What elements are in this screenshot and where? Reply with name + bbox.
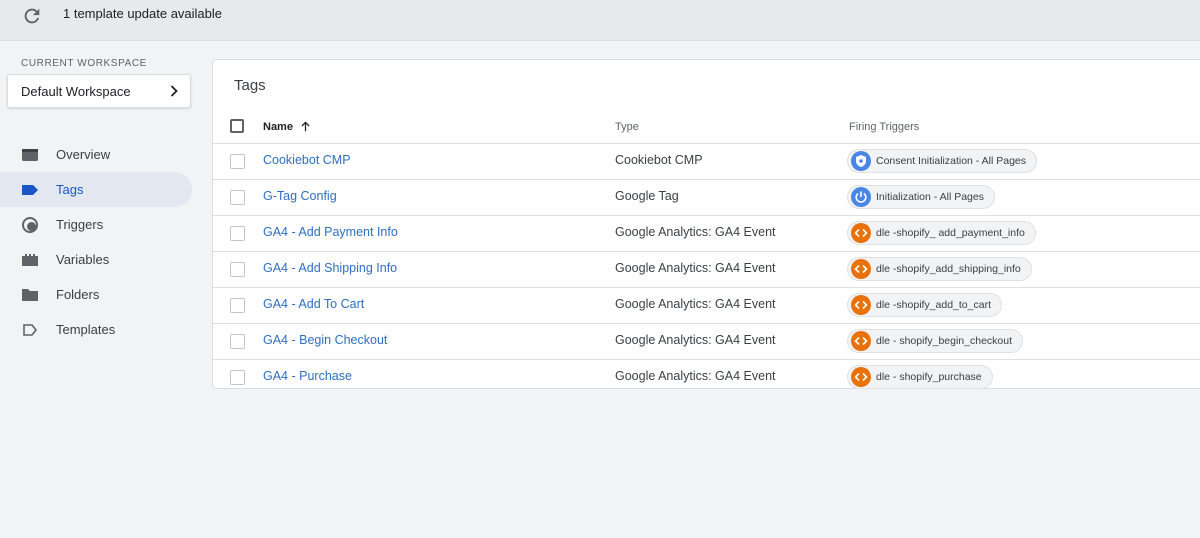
sidebar-item-tags[interactable]: Tags — [0, 172, 192, 207]
row-checkbox[interactable] — [230, 262, 245, 277]
workspace-label: CURRENT WORKSPACE — [21, 58, 147, 69]
tags-panel: Tags Name Type Firing Triggers Cookiebot… — [212, 59, 1200, 389]
table-row: GA4 - Add Payment Info Google Analytics:… — [213, 216, 1200, 252]
power-icon — [851, 187, 871, 207]
column-header-name[interactable]: Name — [263, 121, 311, 133]
sidebar-nav: Overview Tags Triggers Variables Folders… — [0, 137, 195, 347]
column-header-type[interactable]: Type — [615, 121, 639, 133]
trigger-chip[interactable]: Initialization - All Pages — [847, 185, 995, 209]
tag-type: Google Analytics: GA4 Event — [615, 333, 776, 347]
chevron-right-icon — [170, 85, 178, 97]
trigger-chip-label: dle - shopify_purchase — [876, 371, 982, 383]
sidebar-item-triggers[interactable]: Triggers — [0, 207, 195, 242]
sidebar-item-label: Overview — [56, 147, 111, 162]
table-row: GA4 - Add Shipping Info Google Analytics… — [213, 252, 1200, 288]
sort-ascending-icon — [301, 121, 310, 132]
tag-name-link[interactable]: GA4 - Purchase — [263, 369, 352, 383]
refresh-icon[interactable] — [21, 5, 43, 27]
column-header-label: Name — [263, 121, 293, 133]
tag-type: Google Analytics: GA4 Event — [615, 225, 776, 239]
tag-name-link[interactable]: GA4 - Add Shipping Info — [263, 261, 397, 275]
table-row: GA4 - Add To Cart Google Analytics: GA4 … — [213, 288, 1200, 324]
custom-event-icon — [851, 295, 871, 315]
notification-bar: 1 template update available — [0, 0, 1200, 41]
tag-type: Google Tag — [615, 189, 679, 203]
workspace-name: Default Workspace — [21, 84, 131, 99]
workspace-selector[interactable]: Default Workspace — [7, 74, 191, 108]
table-header: Name Type Firing Triggers — [213, 110, 1200, 144]
custom-event-icon — [851, 331, 871, 351]
overview-icon — [22, 149, 38, 161]
folder-icon — [22, 289, 38, 301]
sidebar-item-label: Triggers — [56, 217, 104, 232]
trigger-chip[interactable]: dle - shopify_purchase — [847, 365, 993, 389]
row-checkbox[interactable] — [230, 298, 245, 313]
sidebar-item-folders[interactable]: Folders — [0, 277, 195, 312]
sidebar-item-label: Folders — [56, 287, 100, 302]
tag-name-link[interactable]: GA4 - Begin Checkout — [263, 333, 387, 347]
sidebar-item-overview[interactable]: Overview — [0, 137, 195, 172]
select-all-checkbox[interactable] — [230, 119, 244, 133]
table-row: G-Tag Config Google Tag Initialization -… — [213, 180, 1200, 216]
custom-event-icon — [851, 259, 871, 279]
trigger-chip[interactable]: Consent Initialization - All Pages — [847, 149, 1037, 173]
trigger-chip-label: dle -shopify_add_to_cart — [876, 299, 991, 311]
row-checkbox[interactable] — [230, 154, 245, 169]
trigger-chip[interactable]: dle - shopify_begin_checkout — [847, 329, 1024, 353]
trigger-chip-label: Consent Initialization - All Pages — [876, 155, 1026, 167]
tag-type: Google Analytics: GA4 Event — [615, 369, 776, 383]
tag-icon — [22, 185, 38, 195]
template-icon — [23, 324, 38, 336]
trigger-chip[interactable]: dle -shopify_ add_payment_info — [847, 221, 1036, 245]
row-checkbox[interactable] — [230, 334, 245, 349]
row-checkbox[interactable] — [230, 190, 245, 205]
consent-shield-icon — [851, 151, 871, 171]
tags-table: Name Type Firing Triggers Cookiebot CMP … — [213, 110, 1200, 395]
variables-icon — [22, 254, 38, 266]
template-update-text[interactable]: 1 template update available — [63, 6, 222, 21]
tag-type: Google Analytics: GA4 Event — [615, 297, 776, 311]
tag-name-link[interactable]: G-Tag Config — [263, 189, 337, 203]
sidebar-item-label: Tags — [56, 182, 84, 197]
trigger-chip-label: dle - shopify_begin_checkout — [876, 335, 1013, 347]
page-title: Tags — [234, 77, 266, 94]
sidebar-item-label: Templates — [56, 322, 116, 337]
sidebar-item-variables[interactable]: Variables — [0, 242, 195, 277]
trigger-icon — [22, 217, 38, 233]
table-row: GA4 - Purchase Google Analytics: GA4 Eve… — [213, 360, 1200, 395]
tag-name-link[interactable]: GA4 - Add Payment Info — [263, 225, 398, 239]
tag-name-link[interactable]: GA4 - Add To Cart — [263, 297, 364, 311]
table-row: Cookiebot CMP Cookiebot CMP Consent Init… — [213, 144, 1200, 180]
tag-name-link[interactable]: Cookiebot CMP — [263, 153, 351, 167]
trigger-chip-label: Initialization - All Pages — [876, 191, 984, 203]
sidebar-item-templates[interactable]: Templates — [0, 312, 195, 347]
table-row: GA4 - Begin Checkout Google Analytics: G… — [213, 324, 1200, 360]
trigger-chip[interactable]: dle -shopify_add_shipping_info — [847, 257, 1032, 281]
trigger-chip-label: dle -shopify_ add_payment_info — [876, 227, 1025, 239]
trigger-chip[interactable]: dle -shopify_add_to_cart — [847, 293, 1002, 317]
row-checkbox[interactable] — [230, 370, 245, 385]
trigger-chip-label: dle -shopify_add_shipping_info — [876, 263, 1021, 275]
tag-type: Cookiebot CMP — [615, 153, 703, 167]
sidebar-item-label: Variables — [56, 252, 110, 267]
custom-event-icon — [851, 367, 871, 387]
custom-event-icon — [851, 223, 871, 243]
row-checkbox[interactable] — [230, 226, 245, 241]
tag-type: Google Analytics: GA4 Event — [615, 261, 776, 275]
column-header-firing-triggers: Firing Triggers — [849, 121, 920, 133]
